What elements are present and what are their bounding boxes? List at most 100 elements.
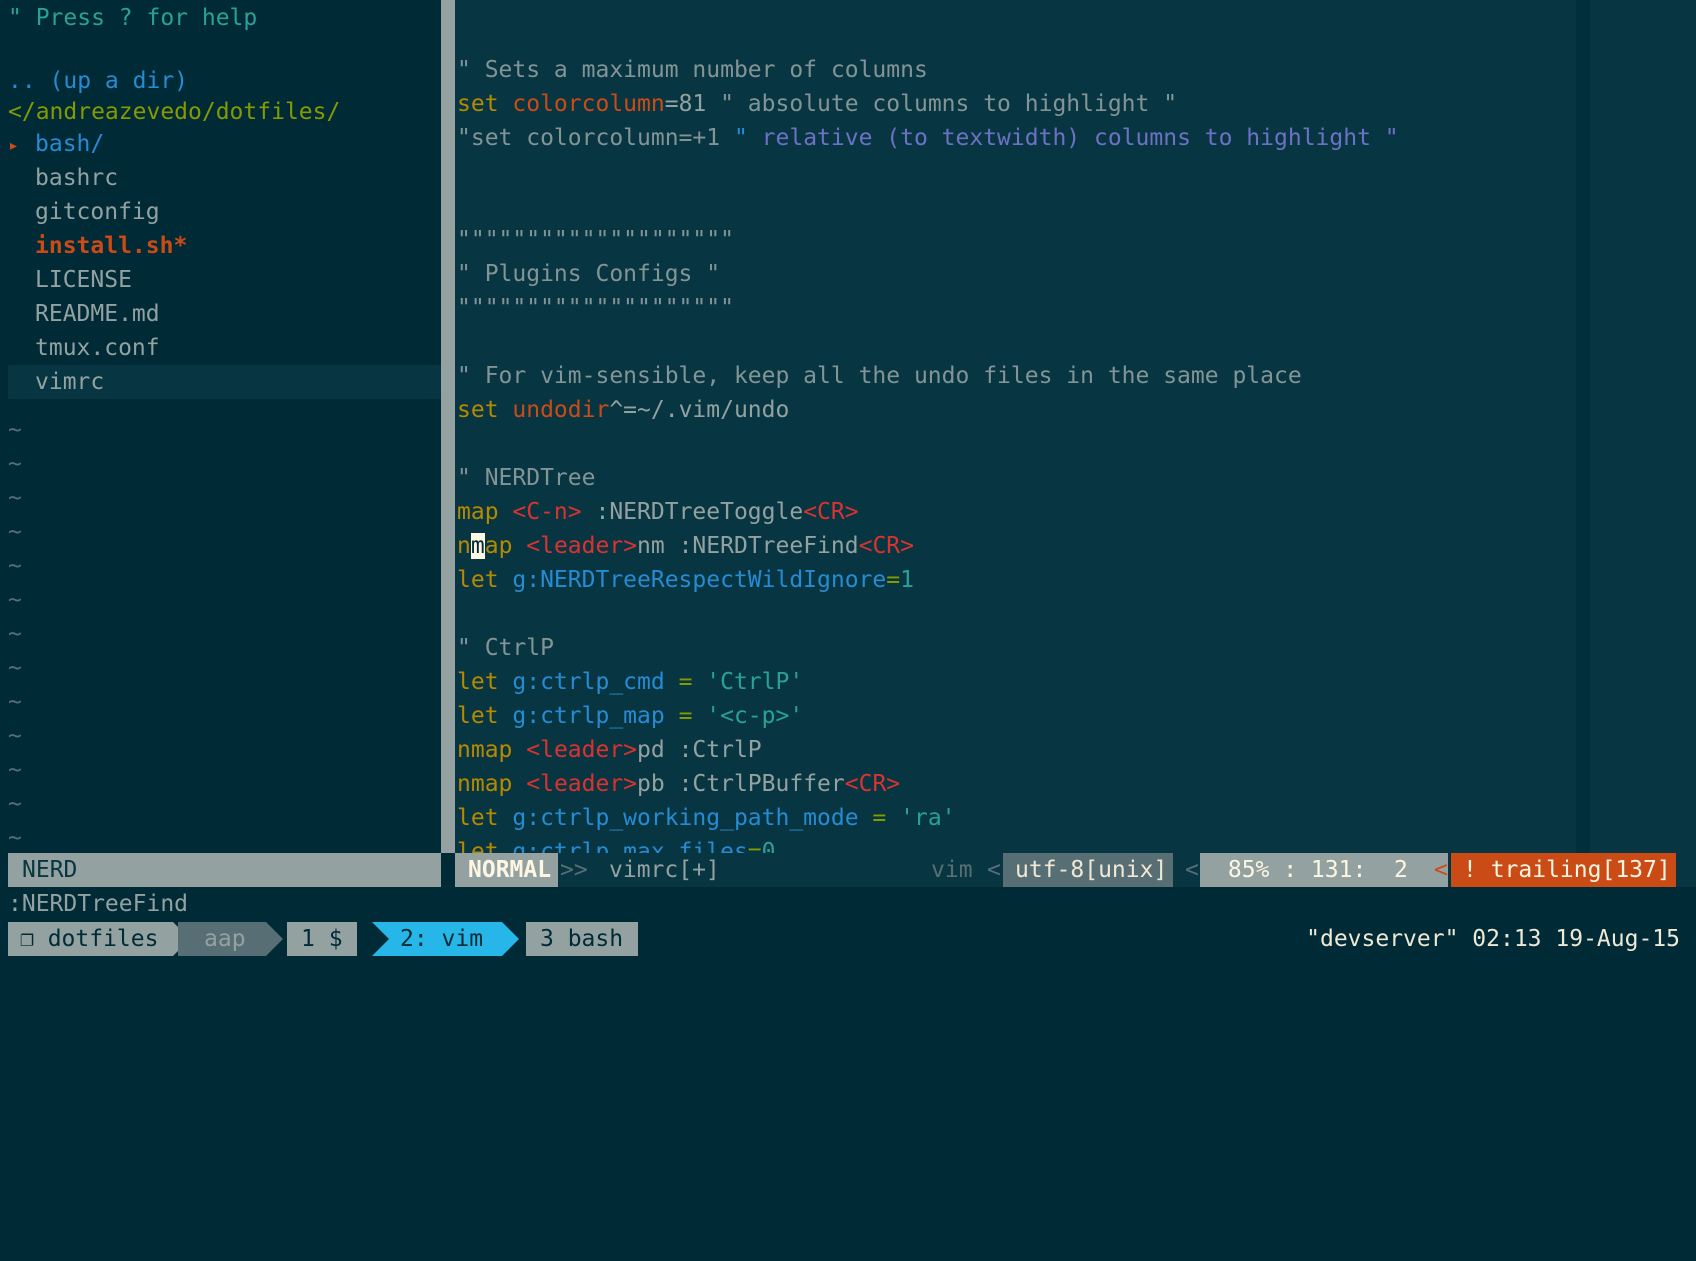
nerdtree-item-label: LICENSE [35,267,132,293]
code-token: " absolute columns to highlight " [720,91,1178,117]
code-token: "set colorcolumn=+1 [457,125,734,151]
colorcolumn-marker [1576,0,1590,853]
code-token: <CR> [803,499,859,525]
empty-line-tilde: ~ [8,825,22,851]
code-token: " Sets a maximum number of columns [457,57,928,83]
tmux-active-arrow-out [502,922,519,956]
code-line[interactable]: nmap <leader>nm :NERDTreeFind<CR> [457,529,914,563]
status-filetype: vim [931,857,973,883]
vertical-split-separator[interactable] [441,0,455,853]
code-token: let [457,567,513,593]
code-line[interactable]: " CtrlP [457,631,554,665]
code-line[interactable]: """""""""""""""""""" [457,223,734,257]
tmux-host: aap [178,922,266,956]
empty-line-tilde: ~ [8,757,22,783]
empty-line-tilde: ~ [8,621,22,647]
code-token: = [886,567,901,593]
code-token: pb :CtrlPBuffer [637,771,845,797]
tmux-window-tab[interactable]: 2: vim [372,922,502,956]
nerdtree-item-label: bashrc [35,165,119,191]
code-token: = [664,703,707,729]
code-line[interactable]: let g:NERDTreeRespectWildIgnore=1 [457,563,914,597]
text-cursor: m [470,533,485,559]
code-token: 1 [900,567,914,593]
nerdtree-item-label: tmux.conf [35,335,160,361]
tmux-window-tab[interactable]: 1 $ [287,922,357,956]
code-line[interactable]: "set colorcolumn=+1 " relative (to textw… [457,121,1399,155]
status-filename: vimrc[+] [609,857,720,883]
code-token: " [733,125,762,151]
tmux-right-status: "devserver" 02:13 19-Aug-15 [1306,926,1680,952]
nerdtree-item[interactable]: install.sh* [8,229,441,263]
code-token: " NERDTree [457,465,596,491]
code-token: 'ra' [900,805,956,831]
code-token: " For vim-sensible, keep all the undo fi… [457,363,1302,389]
code-token: = [664,669,707,695]
code-line[interactable]: nmap <leader>pb :CtrlPBuffer<CR> [457,767,900,801]
code-token: let [457,669,513,695]
code-line[interactable]: set undodir^=~/.vim/undo [457,393,789,427]
code-token: ^=~/.vim/undo [609,397,790,423]
code-line[interactable]: " For vim-sensible, keep all the undo fi… [457,359,1302,393]
status-lt-3: < [1434,857,1448,883]
code-token: map [457,499,513,525]
code-token: g:NERDTreeRespectWildIgnore [512,567,887,593]
code-token: <CR> [858,533,914,559]
code-line[interactable]: " Sets a maximum number of columns [457,53,928,87]
code-token: g:ctrlp_map [512,703,665,729]
code-token: '<c-p>' [706,703,804,729]
nerdtree-item[interactable]: bashrc [8,161,441,195]
nerdtree-pane[interactable]: " Press ? for help .. (up a dir) </andre… [0,0,441,853]
nerdtree-cwd[interactable]: </andreazevedo/dotfiles/ [8,95,340,129]
nerdtree-item[interactable]: gitconfig [8,195,441,229]
nerdtree-item[interactable]: LICENSE [8,263,441,297]
code-token: colorcolumn [512,91,665,117]
tmux-window-tab[interactable]: 3 bash [526,922,638,956]
code-line[interactable]: nmap <leader>pd :CtrlP [457,733,762,767]
empty-line-tilde: ~ [8,655,22,681]
code-line[interactable]: let g:ctrlp_cmd = 'CtrlP' [457,665,803,699]
code-token: <leader> [526,533,638,559]
tmux-arrow-2 [266,922,283,956]
nerdtree-help: " Press ? for help [8,5,258,31]
nerdtree-item-label: vimrc [35,369,105,395]
status-lt-2: < [1185,857,1199,883]
code-token: " CtrlP [457,635,554,661]
code-line[interactable]: let g:ctrlp_working_path_mode = 'ra' [457,801,956,835]
nerdtree-item[interactable]: tmux.conf [8,331,441,365]
code-token: undodir [512,397,610,423]
code-line[interactable]: set colorcolumn=81 " absolute columns to… [457,87,1177,121]
terminal-screen: " Press ? for help .. (up a dir) </andre… [0,0,1696,956]
code-line[interactable]: """""""""""""""""""" [457,291,734,325]
code-token: g:ctrlp_working_path_mode [512,805,859,831]
code-token: <leader> [526,737,638,763]
code-line[interactable]: " NERDTree [457,461,595,495]
code-token: ap [484,533,527,559]
code-token: """""""""""""""""""" [457,295,734,321]
empty-line-tilde: ~ [8,553,22,579]
nerdtree-item[interactable]: README.md [8,297,441,331]
nerdtree-item-label: install.sh* [35,233,188,259]
tmux-session-name[interactable]: ❐ dotfiles [8,922,173,956]
status-position: 85% : 131: 2 [1200,853,1448,887]
code-line[interactable]: map <C-n> :NERDTreeToggle<CR> [457,495,859,529]
nerdtree-item[interactable]: vimrc [8,365,441,399]
status-separator: >> [560,857,588,883]
vim-statusline: NORMAL >> vimrc[+] vim < utf-8[unix] < 8… [455,853,1696,887]
dir-arrow-icon[interactable]: ▸ [8,129,35,163]
code-token: let [457,703,513,729]
code-token: <C-n> [512,499,582,525]
code-token: g:ctrlp_cmd [512,669,665,695]
nerdtree-item[interactable]: ▸ bash/ [8,127,441,161]
status-encoding: utf-8[unix] [1003,853,1173,887]
command-line[interactable]: :NERDTreeFind [8,887,188,921]
status-trailing-warning: ! trailing[137] [1451,853,1676,887]
code-line[interactable]: let g:ctrlp_map = '<c-p>' [457,699,803,733]
empty-line-tilde: ~ [8,689,22,715]
editor-pane[interactable]: " Sets a maximum number of columns set co… [455,0,1696,865]
nerdtree-statusline: NERD [8,853,441,887]
code-token: nmap [457,737,527,763]
code-line[interactable]: " Plugins Configs " [457,257,720,291]
nerdtree-up-dir[interactable]: .. (up a dir) [8,64,188,98]
empty-line-tilde: ~ [8,587,22,613]
